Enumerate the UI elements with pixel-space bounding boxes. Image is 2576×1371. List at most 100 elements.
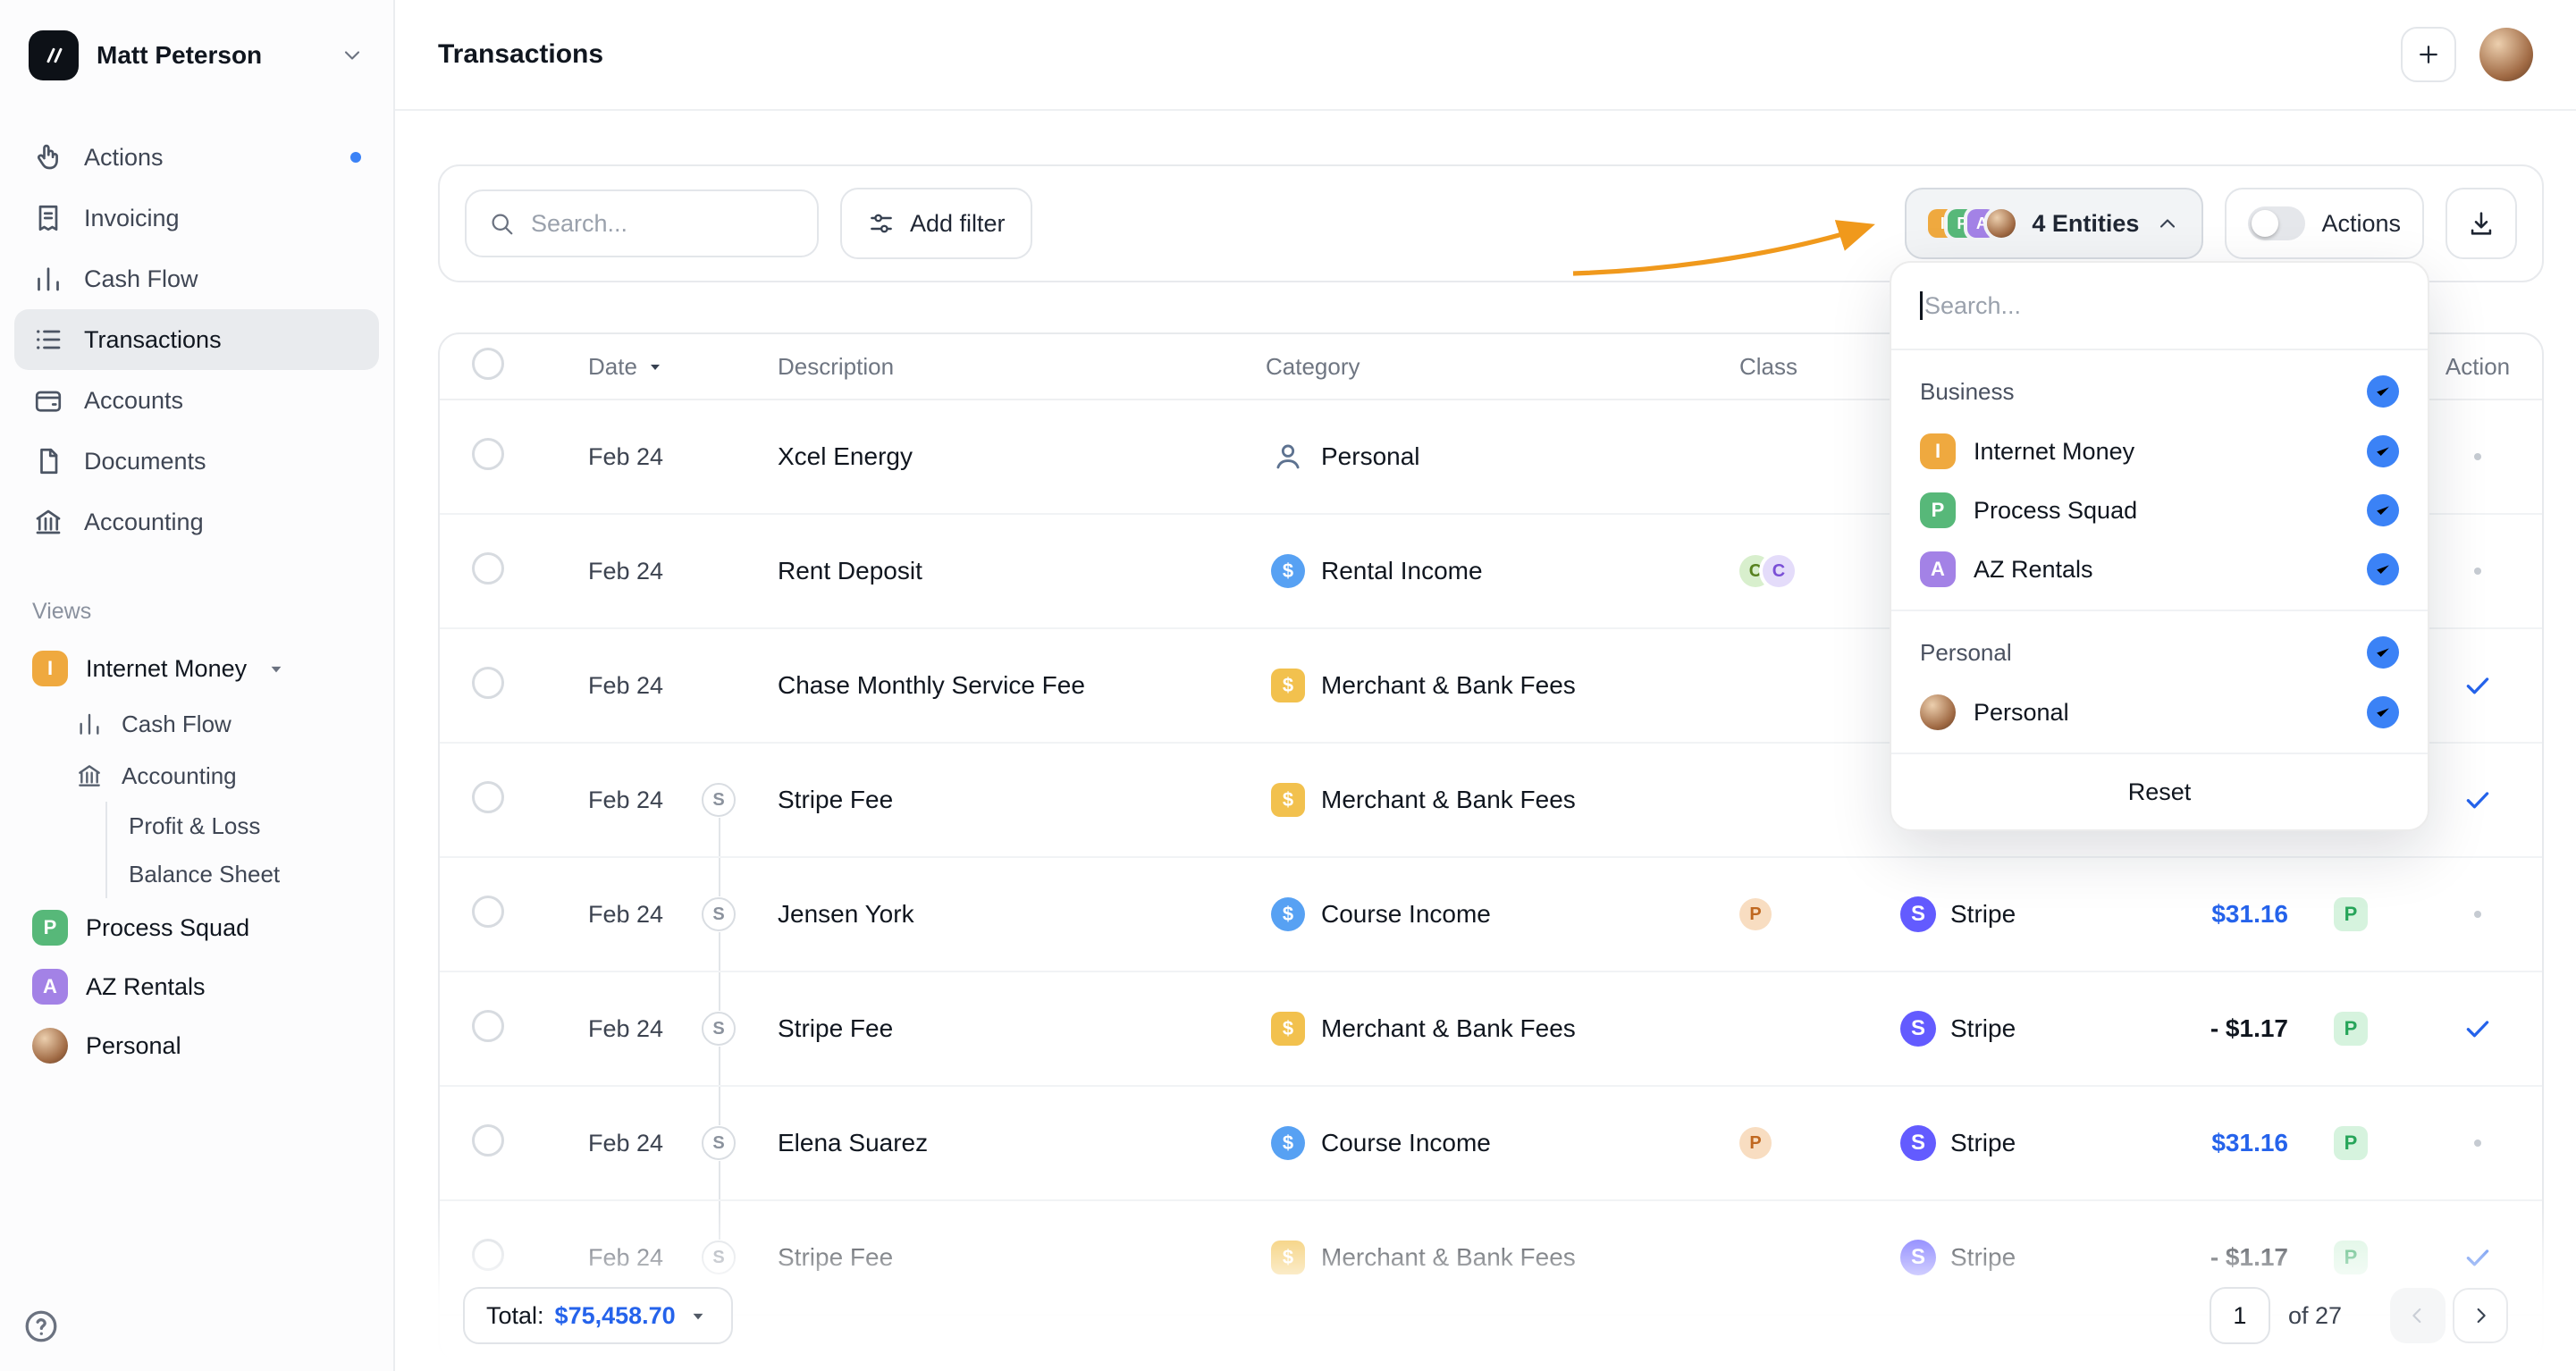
reset-button[interactable]: Reset [1891,753,2428,829]
sidebar-item-actions[interactable]: Actions [14,127,379,188]
column-header-date[interactable]: Date [588,353,637,381]
cell-action[interactable] [2413,911,2542,918]
add-filter-button[interactable]: Add filter [840,188,1032,259]
cell-source: SStripe [1890,1125,2086,1161]
cell-category[interactable]: $Merchant & Bank Fees [1266,1241,1725,1274]
table-row[interactable]: Feb 24SJensen York$Course IncomePSStripe… [440,858,2542,972]
download-button[interactable] [2446,188,2517,259]
row-checkbox[interactable] [472,552,504,585]
sidebar-view-personal[interactable]: Personal [14,1016,379,1075]
caret-down-icon [686,1304,710,1327]
prev-page-button[interactable] [2390,1288,2446,1343]
user-name: Matt Peterson [97,41,322,70]
sidebar-view-balance-sheet[interactable]: Balance Sheet [105,850,379,898]
section-label: Business [1920,378,2015,406]
fees-icon: $ [1271,1241,1305,1274]
dropdown-item-internet-money[interactable]: IInternet Money [1891,422,2428,481]
cell-action[interactable] [2413,1242,2542,1273]
check-icon[interactable] [2462,670,2493,701]
cell-category[interactable]: $Course Income [1266,1126,1725,1160]
cell-category[interactable]: Personal [1266,440,1725,474]
cell-category[interactable]: $Merchant & Bank Fees [1266,669,1725,702]
check-icon[interactable] [2462,1014,2493,1044]
cell-category[interactable]: $Merchant & Bank Fees [1266,783,1725,817]
checkbox-checked[interactable] [2367,696,2399,728]
row-checkbox[interactable] [472,1124,504,1157]
dropdown-search-input[interactable]: Search... [1891,263,2428,350]
sidebar-view-process-squad[interactable]: PProcess Squad [14,898,379,957]
sidebar-view-accounting[interactable]: Accounting [14,750,379,802]
cell-action[interactable] [2413,670,2542,701]
checkbox-checked[interactable] [2367,636,2399,669]
cell-amount: $31.16 [2086,900,2288,929]
total-dropdown[interactable]: Total: $75,458.70 [463,1287,733,1344]
list-icon [32,324,64,356]
category-label: Merchant & Bank Fees [1321,786,1576,814]
workspace-switcher[interactable]: Matt Peterson [0,0,393,98]
row-checkbox[interactable] [472,896,504,928]
action-dot-icon[interactable] [2474,911,2481,918]
column-header-description[interactable]: Description [758,353,1266,381]
sidebar-item-accounts[interactable]: Accounts [14,370,379,431]
column-header-class[interactable]: Class [1725,353,1890,381]
cell-category[interactable]: $Rental Income [1266,554,1725,588]
user-avatar[interactable] [2479,28,2533,81]
row-checkbox[interactable] [472,438,504,470]
chevron-right-icon [2468,1303,2493,1328]
action-dot-icon[interactable] [2474,1140,2481,1147]
sidebar-view-az-rentals[interactable]: AAZ Rentals [14,957,379,1016]
row-checkbox[interactable] [472,781,504,813]
cell-action[interactable] [2413,1014,2542,1044]
stripe-logo-icon: S [1900,1011,1936,1047]
fees-icon: $ [1271,1012,1305,1046]
actions-toggle[interactable]: Actions [2225,188,2424,259]
dropdown-item-personal[interactable]: Personal [1891,683,2428,742]
toggle-switch[interactable] [2248,206,2305,240]
check-icon[interactable] [2462,785,2493,815]
select-all-checkbox[interactable] [472,348,504,380]
table-row[interactable]: Feb 24SElena Suarez$Course IncomePSStrip… [440,1087,2542,1201]
cell-description: Stripe Fee [758,1014,1266,1043]
checkbox-checked[interactable] [2367,553,2399,585]
cell-description: Jensen York [758,900,1266,929]
entities-filter-button[interactable]: IPA 4 Entities [1905,188,2203,259]
dropdown-search-placeholder: Search... [1924,292,2021,320]
sidebar-view-internet-money[interactable]: IInternet Money [14,639,379,698]
help-icon[interactable] [18,1303,64,1350]
entity-badge-process-squad: P [32,910,68,946]
sidebar-item-documents[interactable]: Documents [14,431,379,492]
checkbox-checked[interactable] [2367,375,2399,408]
cell-category[interactable]: $Course Income [1266,897,1725,931]
row-checkbox[interactable] [472,667,504,699]
sidebar-item-accounting[interactable]: Accounting [14,492,379,552]
dropdown-item-az-rentals[interactable]: AAZ Rentals [1891,540,2428,599]
row-checkbox[interactable] [472,1239,504,1271]
search-input[interactable]: Search... [465,189,819,257]
cell-action[interactable] [2413,1140,2542,1147]
column-header-category[interactable]: Category [1266,353,1725,381]
row-checkbox[interactable] [472,1010,504,1042]
add-button[interactable] [2401,27,2456,82]
cell-action[interactable] [2413,568,2542,575]
sidebar-item-transactions[interactable]: Transactions [14,309,379,370]
sidebar-item-cash-flow[interactable]: Cash Flow [14,248,379,309]
sidebar-view-profit-loss[interactable]: Profit & Loss [105,802,379,850]
current-page-box[interactable]: 1 [2210,1287,2270,1344]
cell-action[interactable] [2413,453,2542,460]
sidebar-view-cash-flow[interactable]: Cash Flow [14,698,379,750]
action-dot-icon[interactable] [2474,568,2481,575]
action-dot-icon[interactable] [2474,453,2481,460]
dropdown-item-process-squad[interactable]: PProcess Squad [1891,481,2428,540]
checkbox-checked[interactable] [2367,494,2399,526]
sidebar-item-invoicing[interactable]: Invoicing [14,188,379,248]
cell-action[interactable] [2413,785,2542,815]
cell-category[interactable]: $Merchant & Bank Fees [1266,1012,1725,1046]
next-page-button[interactable] [2453,1288,2508,1343]
table-row[interactable]: Feb 24SStripe Fee$Merchant & Bank FeesSS… [440,972,2542,1087]
cell-amount: - $1.17 [2086,1014,2288,1043]
checkbox-checked[interactable] [2367,435,2399,467]
category-label: Course Income [1321,1129,1491,1157]
check-icon[interactable] [2462,1242,2493,1273]
entity-badge-az-rentals: A [32,969,68,1005]
actions-icon [32,141,64,173]
